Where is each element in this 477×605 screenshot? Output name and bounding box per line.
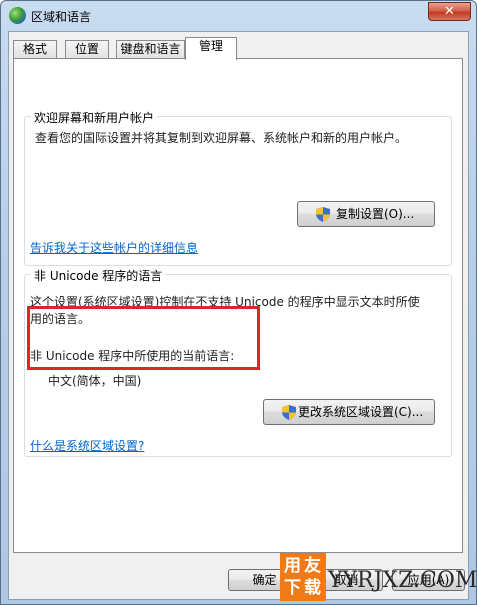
- watermark-char: 下: [284, 578, 301, 598]
- globe-icon: [9, 7, 26, 24]
- change-system-locale-button[interactable]: 更改系统区域设置(C)...: [263, 399, 435, 425]
- annotation-highlight-box: [27, 306, 260, 370]
- non-unicode-group-title: 非 Unicode 程序的语言: [31, 267, 166, 284]
- change-system-locale-label: 更改系统区域设置(C)...: [298, 405, 424, 419]
- system-locale-info-link[interactable]: 什么是系统区域设置?: [30, 437, 144, 454]
- copy-settings-button[interactable]: 复制设置(O)...: [297, 201, 435, 227]
- watermark-site-text: YYRJXZ.COM: [328, 568, 477, 593]
- welcome-info-link[interactable]: 告诉我关于这些帐户的详细信息: [30, 239, 198, 256]
- welcome-group-title: 欢迎屏幕和新用户帐户: [31, 109, 158, 126]
- welcome-description: 查看您的国际设置并将其复制到欢迎屏幕、系统帐户和新的用户帐户。: [35, 131, 408, 145]
- watermark-char: 用: [284, 556, 301, 576]
- region-language-dialog: 区域和语言 ✕ 格式 位置 键盘和语言 管理 欢迎屏幕和新用户帐户 查看您的国际…: [0, 0, 477, 605]
- uac-shield-icon: [282, 405, 296, 420]
- watermark-logo: 用 友 下 载: [280, 553, 326, 601]
- current-language-value: 中文(简体，中国): [48, 374, 142, 388]
- window-title: 区域和语言: [31, 10, 92, 24]
- tab-administrative[interactable]: 管理: [185, 37, 237, 60]
- tab-keyboards-languages[interactable]: 键盘和语言: [116, 40, 185, 59]
- tab-location[interactable]: 位置: [65, 40, 109, 59]
- copy-settings-label: 复制设置(O)...: [336, 207, 415, 221]
- watermark-char: 友: [304, 556, 321, 576]
- uac-shield-icon: [316, 207, 330, 222]
- watermark-char: 载: [304, 578, 321, 598]
- welcome-group: 欢迎屏幕和新用户帐户 查看您的国际设置并将其复制到欢迎屏幕、系统帐户和新的用户帐…: [24, 109, 452, 266]
- title-bar[interactable]: 区域和语言 ✕: [1, 1, 476, 31]
- tab-formats[interactable]: 格式: [13, 40, 57, 59]
- close-button[interactable]: ✕: [428, 2, 471, 21]
